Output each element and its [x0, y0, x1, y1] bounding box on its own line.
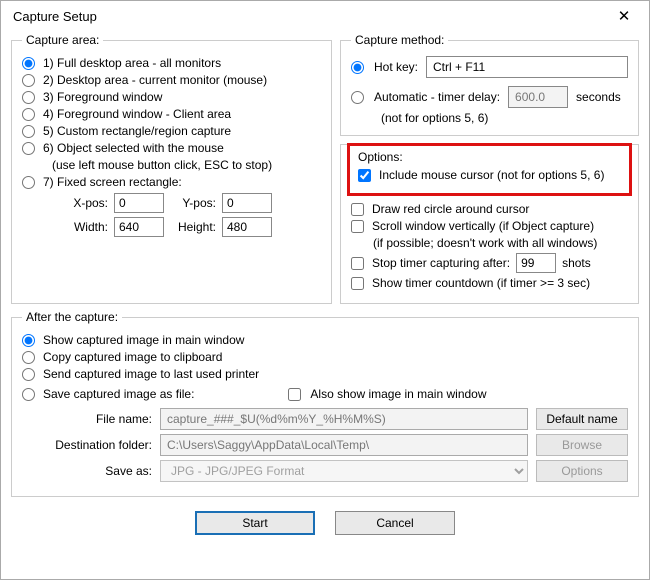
saveas-select[interactable]: JPG - JPG/JPEG Format	[160, 460, 528, 482]
options-highlight: Options: Include mouse cursor (not for o…	[347, 143, 632, 196]
radio-foreground-client[interactable]	[22, 108, 35, 121]
default-name-button[interactable]: Default name	[536, 408, 628, 430]
saveas-label: Save as:	[42, 464, 152, 478]
width-input[interactable]	[114, 217, 164, 237]
radio-hotkey[interactable]	[351, 61, 364, 74]
filename-input[interactable]	[160, 408, 528, 430]
height-label: Height:	[170, 220, 216, 234]
check-also-show-label: Also show image in main window	[310, 387, 486, 401]
destination-input[interactable]	[160, 434, 528, 456]
dialog-title: Capture Setup	[13, 9, 97, 24]
width-label: Width:	[62, 220, 108, 234]
check-stop-timer[interactable]	[351, 257, 364, 270]
check-include-cursor-label: Include mouse cursor (not for options 5,…	[379, 168, 604, 182]
browse-button[interactable]: Browse	[536, 434, 628, 456]
radio-full-desktop-label: 1) Full desktop area - all monitors	[43, 56, 221, 70]
auto-timer-note: (not for options 5, 6)	[381, 111, 628, 125]
destination-label: Destination folder:	[42, 438, 152, 452]
object-selected-note: (use left mouse button click, ESC to sto…	[52, 158, 321, 172]
stop-timer-unit: shots	[562, 256, 591, 270]
radio-object-selected-label: 6) Object selected with the mouse	[43, 141, 224, 155]
check-draw-circle-label: Draw red circle around cursor	[372, 202, 529, 216]
check-show-countdown[interactable]	[351, 277, 364, 290]
filename-label: File name:	[42, 412, 152, 426]
titlebar: Capture Setup ✕	[1, 1, 649, 31]
radio-current-monitor[interactable]	[22, 74, 35, 87]
radio-copy-clipboard[interactable]	[22, 351, 35, 364]
capture-area-group: Capture area: 1) Full desktop area - all…	[11, 33, 332, 304]
xpos-input[interactable]	[114, 193, 164, 213]
check-scroll-window[interactable]	[351, 220, 364, 233]
radio-send-printer-label: Send captured image to last used printer	[43, 367, 259, 381]
radio-foreground-window-label: 3) Foreground window	[43, 90, 162, 104]
dialog-buttons: Start Cancel	[11, 503, 639, 535]
stop-timer-input[interactable]	[516, 253, 556, 273]
check-also-show[interactable]	[288, 388, 301, 401]
radio-full-desktop[interactable]	[22, 57, 35, 70]
stop-timer-label: Stop timer capturing after:	[372, 256, 510, 270]
auto-timer-label: Automatic - timer delay:	[374, 90, 500, 104]
scroll-window-note: (if possible; doesn't work with all wind…	[373, 236, 628, 250]
capture-setup-dialog: Capture Setup ✕ Capture area: 1) Full de…	[0, 0, 650, 580]
hotkey-input[interactable]	[426, 56, 628, 78]
radio-copy-clipboard-label: Copy captured image to clipboard	[43, 350, 222, 364]
after-capture-group: After the capture: Show captured image i…	[11, 310, 639, 497]
radio-foreground-window[interactable]	[22, 91, 35, 104]
check-include-cursor[interactable]	[358, 169, 371, 182]
options-group: Options: Include mouse cursor (not for o…	[340, 144, 639, 304]
check-show-countdown-label: Show timer countdown (if timer >= 3 sec)	[372, 276, 590, 290]
auto-timer-input[interactable]	[508, 86, 568, 108]
radio-current-monitor-label: 2) Desktop area - current monitor (mouse…	[43, 73, 267, 87]
radio-fixed-rect[interactable]	[22, 176, 35, 189]
options-title: Options:	[358, 150, 621, 164]
start-button[interactable]: Start	[195, 511, 315, 535]
radio-object-selected[interactable]	[22, 142, 35, 155]
radio-foreground-client-label: 4) Foreground window - Client area	[43, 107, 231, 121]
after-capture-legend: After the capture:	[22, 310, 122, 324]
cancel-button[interactable]: Cancel	[335, 511, 455, 535]
capture-method-legend: Capture method:	[351, 33, 448, 47]
radio-show-main-label: Show captured image in main window	[43, 333, 244, 347]
hotkey-label: Hot key:	[374, 60, 418, 74]
radio-show-main[interactable]	[22, 334, 35, 347]
options-button[interactable]: Options	[536, 460, 628, 482]
radio-custom-rect-label: 5) Custom rectangle/region capture	[43, 124, 231, 138]
radio-send-printer[interactable]	[22, 368, 35, 381]
close-icon[interactable]: ✕	[607, 7, 641, 25]
check-draw-circle[interactable]	[351, 203, 364, 216]
radio-fixed-rect-label: 7) Fixed screen rectangle:	[43, 175, 182, 189]
ypos-label: Y-pos:	[170, 196, 216, 210]
ypos-input[interactable]	[222, 193, 272, 213]
xpos-label: X-pos:	[62, 196, 108, 210]
height-input[interactable]	[222, 217, 272, 237]
radio-save-file[interactable]	[22, 388, 35, 401]
auto-timer-unit: seconds	[576, 90, 621, 104]
radio-auto-timer[interactable]	[351, 91, 364, 104]
radio-custom-rect[interactable]	[22, 125, 35, 138]
capture-method-group: Capture method: Hot key: Automatic - tim…	[340, 33, 639, 136]
capture-area-legend: Capture area:	[22, 33, 103, 47]
check-scroll-window-label: Scroll window vertically (if Object capt…	[372, 219, 594, 233]
radio-save-file-label: Save captured image as file:	[43, 387, 194, 401]
